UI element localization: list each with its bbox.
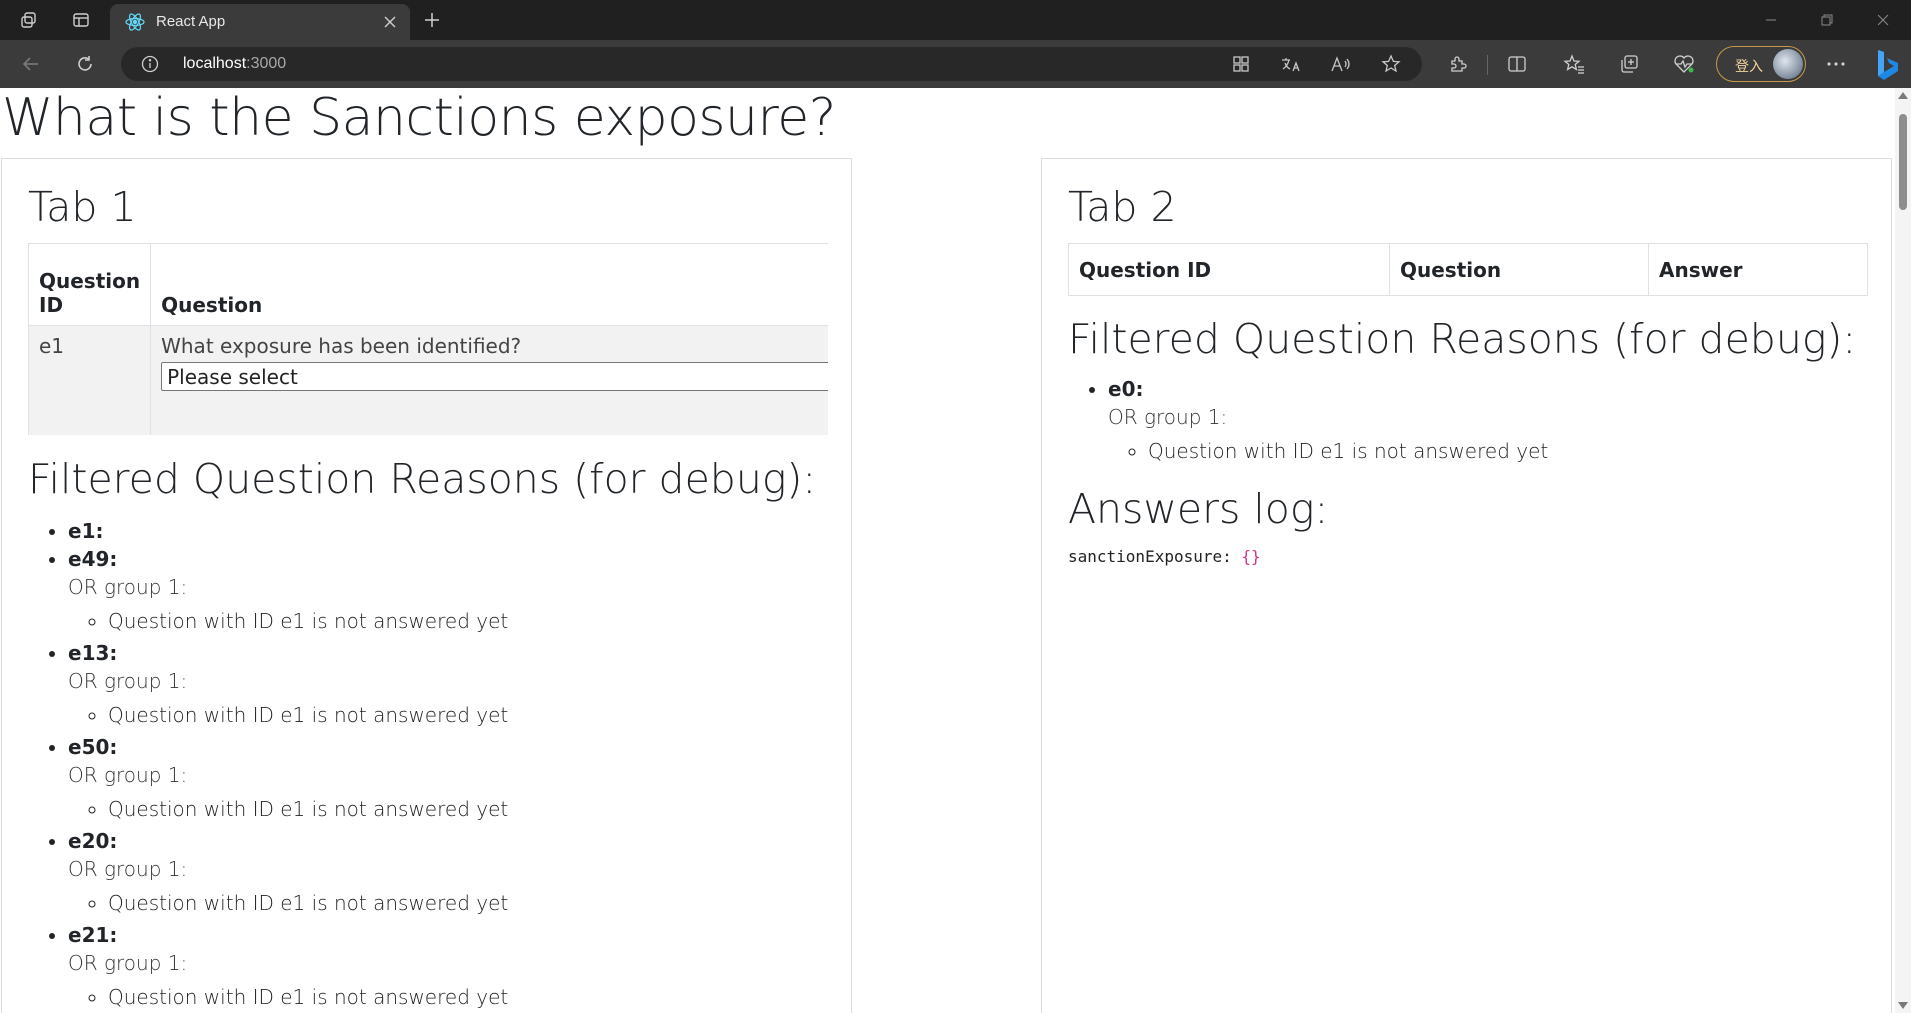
list-item: e0: OR group 1: Question with ID e1 is n… [1108, 375, 1548, 465]
reason-group: OR group 1: [68, 669, 188, 693]
list-item: e21: OR group 1: Question with ID e1 is … [68, 921, 508, 1011]
scrollbar-thumb[interactable] [1899, 114, 1907, 210]
restore-icon[interactable] [1799, 0, 1855, 40]
browser-toolbar: localhost:3000 登入 [0, 40, 1911, 88]
tab1-panel: Tab 1 Question ID Question e1 What expos… [1, 158, 852, 1013]
answers-log-title: Answers log: [1068, 485, 1329, 533]
log-key: sanctionExposure: [1068, 547, 1232, 566]
reason-group: OR group 1: [68, 763, 188, 787]
table-row: e1 What exposure has been identified? Pl… [28, 325, 828, 435]
apps-icon[interactable] [1227, 53, 1255, 75]
reason-text: Question with ID e1 is not answered yet [108, 889, 508, 917]
close-window-icon[interactable] [1855, 0, 1911, 40]
answers-log: sanctionExposure: {} [1068, 547, 1261, 566]
tab-title: React App [156, 13, 226, 30]
list-item: e49: OR group 1: Question with ID e1 is … [68, 545, 508, 635]
refresh-icon[interactable] [68, 48, 102, 80]
tab2-reasons-list: e0: OR group 1: Question with ID e1 is n… [1068, 375, 1548, 469]
page-title: What is the Sanctions exposure? [2, 88, 836, 148]
list-item: e13: OR group 1: Question with ID e1 is … [68, 639, 508, 729]
log-value: {} [1241, 547, 1261, 566]
list-item: e1: [68, 517, 508, 545]
profile-signin-button[interactable]: 登入 [1716, 46, 1806, 82]
close-tab-icon[interactable] [378, 10, 402, 34]
tab2-reasons-title: Filtered Question Reasons (for debug): [1068, 315, 1857, 363]
site-info-icon[interactable] [141, 55, 159, 78]
back-arrow-icon[interactable] [14, 48, 48, 80]
minimize-icon[interactable] [1743, 0, 1799, 40]
tab1-title: Tab 1 [28, 183, 137, 231]
reason-text: Question with ID e1 is not answered yet [108, 983, 508, 1011]
translate-icon[interactable] [1277, 53, 1305, 75]
signin-label: 登入 [1735, 58, 1763, 74]
copilot-icon[interactable] [1868, 46, 1906, 84]
question-id-cell: e1 [28, 325, 152, 435]
window-controls [1743, 0, 1911, 40]
exposure-select[interactable]: Please select [161, 362, 828, 391]
column-header-question: Question [150, 243, 828, 326]
reason-text: Question with ID e1 is not answered yet [1148, 437, 1548, 465]
reason-group: OR group 1: [68, 575, 188, 599]
react-logo-icon [124, 11, 146, 38]
list-item: e50: OR group 1: Question with ID e1 is … [68, 733, 508, 823]
scroll-up-arrow-icon[interactable] [1898, 92, 1908, 99]
reason-question-id: e49: [68, 547, 118, 571]
column-header-question: Question [1389, 243, 1649, 296]
browser-essentials-icon[interactable] [1666, 48, 1702, 80]
extensions-icon[interactable] [1440, 48, 1476, 80]
tab1-question-table-wrapper: Question ID Question e1 What exposure ha… [28, 243, 828, 435]
reason-text: Question with ID e1 is not answered yet [108, 607, 508, 635]
browser-titlebar: React App [0, 0, 1911, 40]
question-cell: What exposure has been identified? Pleas… [150, 325, 828, 435]
address-bar[interactable]: localhost:3000 [121, 47, 1422, 81]
url-text[interactable]: localhost:3000 [183, 55, 286, 73]
reason-question-id: e50: [68, 735, 118, 759]
page-content: What is the Sanctions exposure? Tab 1 Qu… [0, 88, 1911, 1013]
reason-text: Question with ID e1 is not answered yet [108, 701, 508, 729]
reason-question-id: e20: [68, 829, 118, 853]
read-aloud-icon[interactable] [1327, 53, 1355, 75]
reason-group: OR group 1: [68, 951, 188, 975]
browser-tab-active[interactable]: React App [110, 4, 410, 40]
reason-text: Question with ID e1 is not answered yet [108, 795, 508, 823]
favorite-star-icon[interactable] [1377, 53, 1405, 75]
tab1-reasons-list: e1: e49: OR group 1: Question with ID e1… [28, 517, 508, 1013]
column-header-question-id: Question ID [28, 243, 152, 326]
workspaces-icon[interactable] [12, 6, 46, 34]
tab1-reasons-title: Filtered Question Reasons (for debug): [28, 455, 817, 503]
reason-group: OR group 1: [1108, 405, 1228, 429]
split-screen-icon[interactable] [1499, 48, 1535, 80]
reason-question-id: e13: [68, 641, 118, 665]
page-scrollbar[interactable] [1895, 88, 1911, 1013]
tab1-question-table: Question ID Question e1 What exposure ha… [28, 243, 828, 435]
new-tab-button[interactable] [416, 6, 448, 34]
collections-icon[interactable] [1611, 48, 1647, 80]
favorites-icon[interactable] [1556, 48, 1592, 80]
reason-question-id: e1: [68, 519, 104, 543]
reason-question-id: e0: [1108, 377, 1144, 401]
toolbar-divider [1487, 55, 1488, 75]
scroll-down-arrow-icon[interactable] [1898, 1002, 1908, 1009]
more-options-icon[interactable] [1818, 48, 1854, 80]
reason-question-id: e21: [68, 923, 118, 947]
tab2-title: Tab 2 [1068, 183, 1177, 231]
vertical-tabs-icon[interactable] [64, 6, 98, 34]
column-header-question-id: Question ID [1068, 243, 1390, 296]
question-text: What exposure has been identified? [161, 334, 522, 358]
tab2-question-table: Question ID Question Answer [1068, 243, 1868, 296]
list-item: e20: OR group 1: Question with ID e1 is … [68, 827, 508, 917]
avatar [1773, 49, 1803, 79]
column-header-answer: Answer [1648, 243, 1868, 296]
reason-group: OR group 1: [68, 857, 188, 881]
tab2-panel: Tab 2 Question ID Question Answer Filter… [1041, 158, 1892, 1013]
